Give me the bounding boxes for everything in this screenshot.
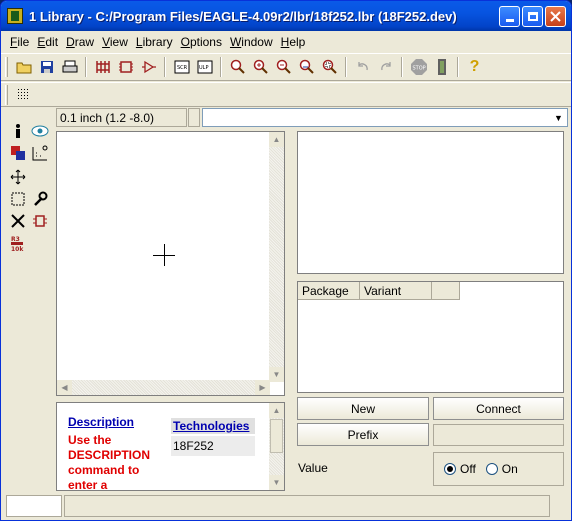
coordinate-spacer [188,108,200,127]
status-field-2 [64,495,550,517]
prefix-button[interactable]: Prefix [297,423,429,446]
window-title: 1 Library - C:/Program Files/EAGLE-4.09r… [29,8,457,24]
minimize-button[interactable] [499,6,520,27]
svg-text:10k: 10k [11,246,24,252]
save-disk-icon[interactable] [36,57,57,78]
print-icon[interactable] [59,57,80,78]
eagle-app-icon[interactable] [7,8,23,24]
zoom-in-icon[interactable] [250,57,271,78]
scroll-down-icon[interactable]: ▼ [269,367,284,382]
column-package[interactable]: Package [298,282,360,300]
variant-table-header: Package Variant [298,282,563,300]
menu-help[interactable]: Help [277,35,310,49]
grid-icon[interactable] [13,84,34,105]
parameter-bar: 0.1 inch (1.2 -8.0) ▼ [1,107,571,129]
help-question-icon[interactable]: ? [464,57,485,78]
package-icon[interactable] [115,57,136,78]
maximize-button[interactable] [522,6,543,27]
status-bar [1,493,571,520]
value-radio-group: Off On [433,452,564,486]
svg-text:STOP: STOP [412,66,425,72]
description-scrollbar[interactable]: ▲ ▼ [269,403,284,490]
value-on-label[interactable]: On [502,462,518,476]
command-palette: R3 10k [4,119,54,259]
description-panel: Description Use the DESCRIPTION command … [56,402,285,491]
secondary-toolbar [1,82,571,107]
go-icon[interactable] [431,57,452,78]
title-bar[interactable]: 1 Library - C:/Program Files/EAGLE-4.09r… [1,1,571,31]
delete-x-icon[interactable] [8,211,28,231]
main-toolbar: SCR ULP STOP ? [1,53,571,81]
status-field-1 [6,495,62,517]
name-value-icon[interactable]: R3 10k [8,233,28,253]
connect-button[interactable]: Connect [433,397,564,420]
scroll-up-icon[interactable]: ▲ [269,403,284,418]
svg-text:SCR: SCR [177,65,188,71]
technologies-link[interactable]: Technologies [173,419,249,433]
toolbar-grip[interactable] [5,57,8,77]
chevron-down-icon[interactable]: ▼ [551,110,566,125]
menu-view[interactable]: View [98,35,132,49]
new-button[interactable]: New [297,397,429,420]
eagle-window: 1 Library - C:/Program Files/EAGLE-4.09r… [0,0,572,521]
menu-options[interactable]: Options [177,35,226,49]
description-link[interactable]: Description [68,415,168,429]
column-empty[interactable] [432,282,460,300]
canvas-vertical-scrollbar[interactable]: ▲ ▼ [269,132,284,382]
script-icon[interactable]: SCR [171,57,192,78]
column-variant[interactable]: Variant [360,282,432,300]
group-select-icon[interactable] [8,189,28,209]
menu-library[interactable]: Library [132,35,177,49]
redo-icon[interactable] [375,57,396,78]
open-folder-icon[interactable] [13,57,34,78]
drawing-canvas[interactable]: ▲ ▼ ◀ ▶ [56,131,285,396]
zoom-out-icon[interactable] [273,57,294,78]
add-part-icon[interactable] [30,211,50,231]
svg-text:ULP: ULP [199,65,208,71]
zoom-fit-icon[interactable] [227,57,248,78]
value-on-radio[interactable] [485,463,498,475]
display-layers-icon[interactable] [8,143,28,163]
scroll-up-icon[interactable]: ▲ [269,132,284,147]
prefix-field[interactable] [433,424,564,446]
technology-value: 18F252 [171,436,255,456]
menu-edit[interactable]: Edit [33,35,62,49]
zoom-redraw-icon[interactable] [296,57,317,78]
zoom-select-icon[interactable] [319,57,340,78]
scroll-thumb[interactable] [270,419,283,453]
close-icon [550,11,561,22]
description-text: Use the DESCRIPTION command to enter a [68,433,151,491]
value-off-radio[interactable] [444,463,456,475]
value-label: Value [298,461,328,475]
ulp-icon[interactable]: ULP [194,57,215,78]
mark-origin-icon[interactable] [30,143,50,163]
scroll-right-icon[interactable]: ▶ [255,380,270,395]
symbol-icon[interactable] [138,57,159,78]
canvas-horizontal-scrollbar[interactable]: ◀ ▶ [57,380,270,395]
package-preview [297,131,564,274]
menu-file[interactable]: File [6,35,33,49]
menu-draw[interactable]: Draw [62,35,98,49]
scroll-down-icon[interactable]: ▼ [269,475,284,490]
variant-table[interactable]: Package Variant [297,281,564,393]
panel-splitter[interactable] [287,131,293,491]
menu-bar: File Edit Draw View Library Options Wind… [1,32,571,52]
svg-text:R3: R3 [11,236,20,243]
scroll-left-icon[interactable]: ◀ [57,380,72,395]
undo-icon[interactable] [352,57,373,78]
close-button[interactable] [545,6,566,27]
move-icon[interactable] [8,167,28,187]
value-off-label[interactable]: Off [460,462,476,476]
menu-window[interactable]: Window [226,35,277,49]
info-icon[interactable] [8,121,28,141]
command-line-combo[interactable]: ▼ [202,108,568,127]
stop-icon[interactable]: STOP [408,57,429,78]
schematic-icon[interactable] [92,57,113,78]
change-wrench-icon[interactable] [30,189,50,209]
coordinate-display: 0.1 inch (1.2 -8.0) [56,108,187,127]
show-eye-icon[interactable] [30,121,50,141]
toolbar-grip[interactable] [5,84,8,105]
